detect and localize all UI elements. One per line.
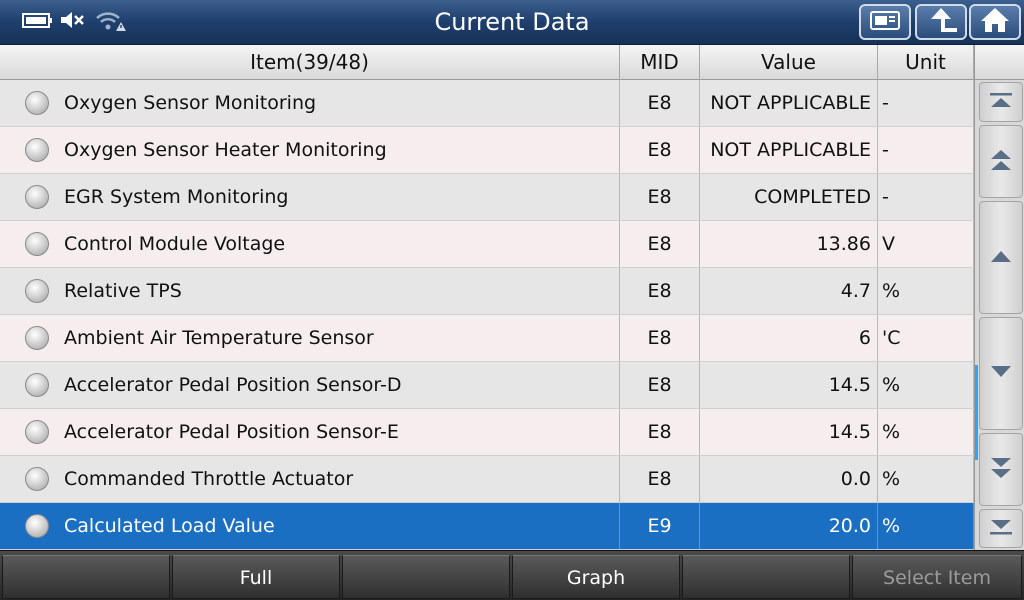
item-value: NOT APPLICABLE bbox=[700, 127, 878, 173]
item-mid: E8 bbox=[620, 174, 700, 220]
scroll-to-bottom-icon bbox=[988, 517, 1014, 541]
graph-button[interactable]: Graph bbox=[512, 555, 680, 599]
item-mid: E8 bbox=[620, 315, 700, 361]
table-row[interactable]: Commanded Throttle Actuator E8 0.0 % bbox=[0, 456, 974, 503]
item-unit: % bbox=[878, 362, 974, 408]
table-header: Item(39/48) MID Value Unit bbox=[0, 45, 974, 80]
item-name: Accelerator Pedal Position Sensor-E bbox=[0, 409, 620, 455]
table-row[interactable]: Oxygen Sensor Heater Monitoring E8 NOT A… bbox=[0, 127, 974, 174]
item-unit: V bbox=[878, 221, 974, 267]
item-value: 14.5 bbox=[700, 409, 878, 455]
table-row[interactable]: Accelerator Pedal Position Sensor-D E8 1… bbox=[0, 362, 974, 409]
double-chevron-down-icon bbox=[988, 455, 1014, 485]
item-mid: E8 bbox=[620, 221, 700, 267]
item-value: 20.0 bbox=[700, 503, 878, 549]
item-unit: - bbox=[878, 127, 974, 173]
column-header-mid: MID bbox=[620, 45, 700, 80]
scroll-panel-header bbox=[975, 45, 1024, 80]
double-chevron-up-icon bbox=[988, 147, 1014, 177]
item-unit: 'C bbox=[878, 315, 974, 361]
back-icon bbox=[924, 6, 958, 38]
home-icon bbox=[979, 6, 1011, 38]
table-row[interactable]: Accelerator Pedal Position Sensor-E E8 1… bbox=[0, 409, 974, 456]
page-up-button[interactable] bbox=[979, 125, 1023, 198]
scroll-panel bbox=[974, 45, 1024, 550]
item-unit: % bbox=[878, 503, 974, 549]
item-mid: E8 bbox=[620, 409, 700, 455]
item-name: EGR System Monitoring bbox=[0, 174, 620, 220]
print-screen-icon bbox=[868, 7, 902, 37]
table-row[interactable]: Relative TPS E8 4.7 % bbox=[0, 268, 974, 315]
full-button[interactable]: Full bbox=[172, 555, 340, 599]
item-name: Ambient Air Temperature Sensor bbox=[0, 315, 620, 361]
column-header-value: Value bbox=[700, 45, 878, 80]
scroll-down-button[interactable] bbox=[979, 317, 1023, 430]
item-unit: - bbox=[878, 80, 974, 126]
title-bar: Current Data bbox=[0, 0, 1024, 45]
scroll-to-top-icon bbox=[988, 90, 1014, 114]
item-name: Oxygen Sensor Monitoring bbox=[0, 80, 620, 126]
item-name: Relative TPS bbox=[0, 268, 620, 314]
item-mid: E8 bbox=[620, 127, 700, 173]
item-unit: % bbox=[878, 268, 974, 314]
item-unit: % bbox=[878, 409, 974, 455]
item-mid: E8 bbox=[620, 80, 700, 126]
toolbar-button-empty-3[interactable] bbox=[682, 555, 850, 599]
table-row[interactable]: Control Module Voltage E8 13.86 V bbox=[0, 221, 974, 268]
back-button[interactable] bbox=[915, 4, 967, 40]
home-button[interactable] bbox=[969, 4, 1021, 40]
table-body: Oxygen Sensor Monitoring E8 NOT APPLICAB… bbox=[0, 80, 974, 550]
scroll-bottom-button[interactable] bbox=[979, 509, 1023, 548]
item-mid: E8 bbox=[620, 268, 700, 314]
item-value: 6 bbox=[700, 315, 878, 361]
select-item-button[interactable]: Select Item bbox=[852, 555, 1022, 599]
item-value: NOT APPLICABLE bbox=[700, 80, 878, 126]
item-name: Calculated Load Value bbox=[0, 503, 620, 549]
item-name: Oxygen Sensor Heater Monitoring bbox=[0, 127, 620, 173]
item-value: 0.0 bbox=[700, 456, 878, 502]
item-name: Accelerator Pedal Position Sensor-D bbox=[0, 362, 620, 408]
column-header-item: Item(39/48) bbox=[0, 45, 620, 80]
chevron-down-icon bbox=[988, 363, 1014, 385]
scroll-up-button[interactable] bbox=[979, 201, 1023, 314]
page-down-button[interactable] bbox=[979, 433, 1023, 506]
table-row-selected[interactable]: Calculated Load Value E9 20.0 % bbox=[0, 503, 974, 550]
item-mid: E8 bbox=[620, 456, 700, 502]
table-row[interactable]: EGR System Monitoring E8 COMPLETED - bbox=[0, 174, 974, 221]
scroll-top-button[interactable] bbox=[979, 82, 1023, 122]
print-screen-button[interactable] bbox=[859, 4, 911, 40]
chevron-up-icon bbox=[988, 247, 1014, 269]
item-value: 14.5 bbox=[700, 362, 878, 408]
item-value: 4.7 bbox=[700, 268, 878, 314]
column-header-unit: Unit bbox=[878, 45, 974, 80]
item-name: Control Module Voltage bbox=[0, 221, 620, 267]
item-unit: % bbox=[878, 456, 974, 502]
toolbar-button-empty-1[interactable] bbox=[2, 555, 170, 599]
item-value: 13.86 bbox=[700, 221, 878, 267]
item-name: Commanded Throttle Actuator bbox=[0, 456, 620, 502]
table-row[interactable]: Oxygen Sensor Monitoring E8 NOT APPLICAB… bbox=[0, 80, 974, 127]
item-unit: - bbox=[878, 174, 974, 220]
item-value: COMPLETED bbox=[700, 174, 878, 220]
table-row[interactable]: Ambient Air Temperature Sensor E8 6 'C bbox=[0, 315, 974, 362]
item-mid: E8 bbox=[620, 362, 700, 408]
toolbar-button-empty-2[interactable] bbox=[342, 555, 510, 599]
scroll-position-indicator[interactable] bbox=[975, 365, 978, 460]
item-mid: E9 bbox=[620, 503, 700, 549]
bottom-toolbar: Full Graph Select Item bbox=[0, 550, 1024, 600]
data-table: Item(39/48) MID Value Unit Oxygen Sensor… bbox=[0, 45, 974, 550]
